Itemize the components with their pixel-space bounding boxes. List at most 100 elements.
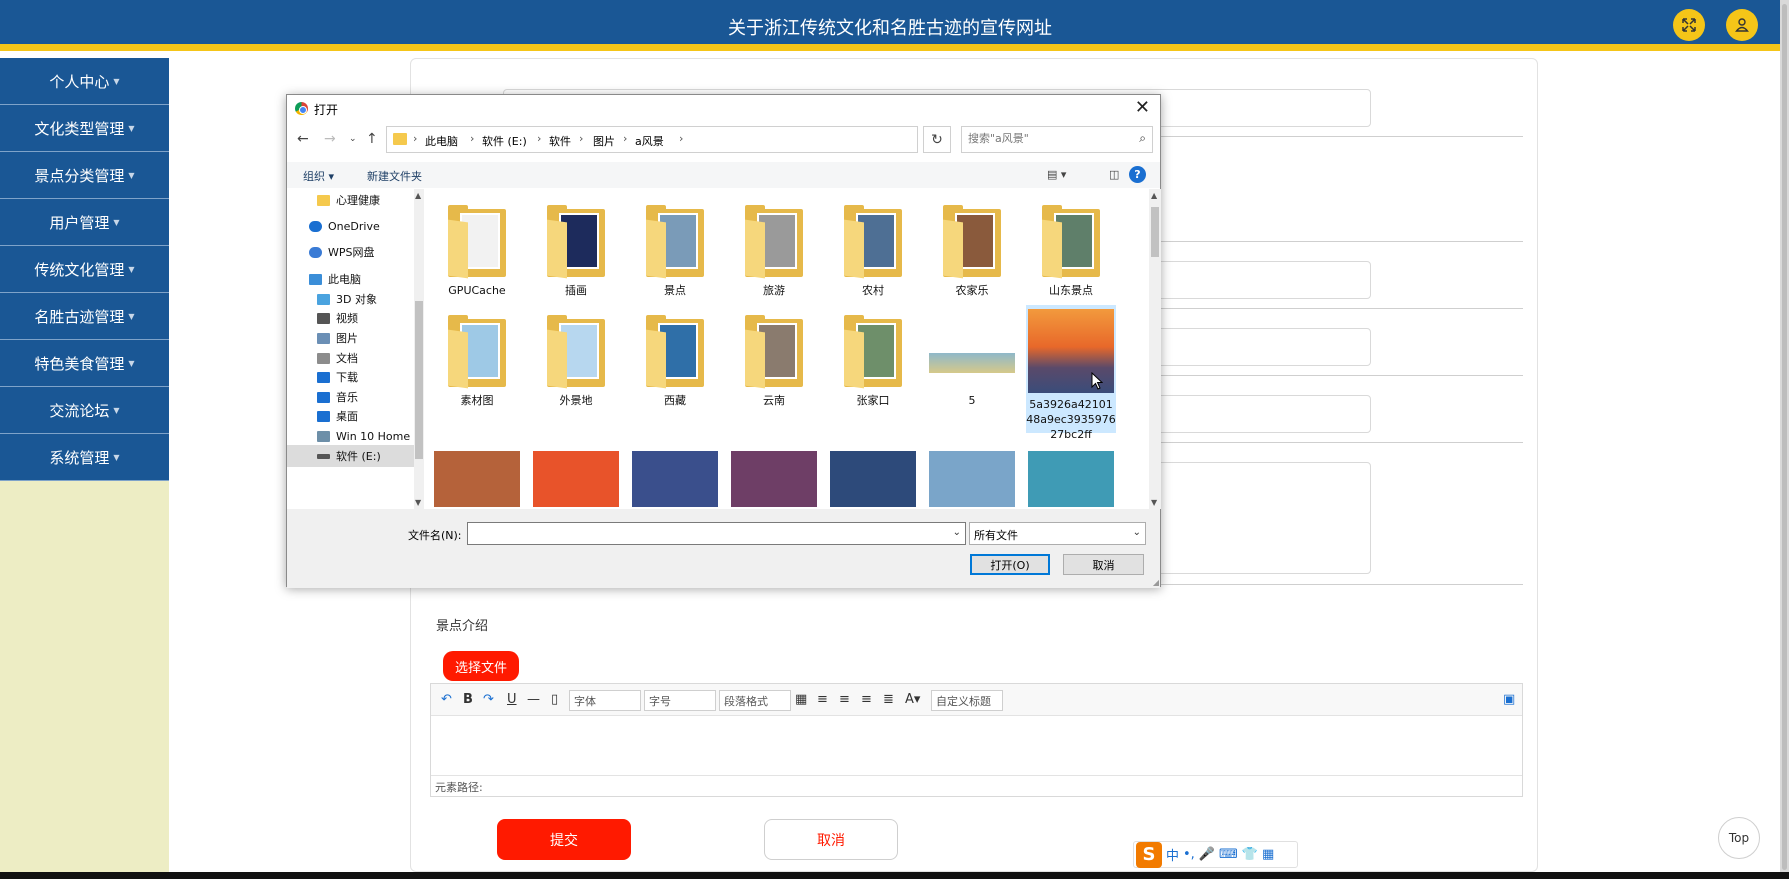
form-input[interactable] xyxy=(1150,261,1371,299)
filename-input[interactable]: ⌄ xyxy=(467,522,966,545)
file-item[interactable] xyxy=(1026,451,1116,507)
nav-item-wps[interactable]: WPS网盘 xyxy=(287,241,414,263)
new-folder-button[interactable]: 新建文件夹 xyxy=(367,168,422,184)
nav-item-this-pc[interactable]: 此电脑 xyxy=(287,268,414,290)
paragraph-select[interactable]: 段落格式 xyxy=(719,690,791,711)
form-input[interactable] xyxy=(1150,395,1371,433)
nav-item-videos[interactable]: 视频 xyxy=(287,307,414,329)
table-icon[interactable]: ▦ xyxy=(795,692,807,708)
justify-icon[interactable]: ≣ xyxy=(883,692,894,708)
user-button[interactable] xyxy=(1726,9,1758,41)
address-bar[interactable]: › 此电脑 › 软件 (E:) › 软件 › 图片 › a风景 › ⌄ xyxy=(386,126,1003,153)
sidebar-item-spot-category[interactable]: 景点分类管理 ▼ xyxy=(0,152,169,199)
custom-title-select[interactable]: 自定义标题 xyxy=(931,690,1003,711)
file-item[interactable] xyxy=(630,451,720,507)
nav-item-drive-e[interactable]: 软件 (E:) xyxy=(287,445,414,467)
breadcrumb-item[interactable]: 图片 xyxy=(593,133,615,149)
breadcrumb-item[interactable]: a风景 xyxy=(635,133,664,149)
form-textarea[interactable] xyxy=(1150,462,1371,574)
sidebar-item-traditional-culture[interactable]: 传统文化管理 ▼ xyxy=(0,246,169,293)
file-item[interactable] xyxy=(729,451,819,507)
folder-item[interactable]: 农家乐 xyxy=(927,203,1017,298)
undo-icon[interactable]: ↶ xyxy=(441,692,452,708)
nav-item-downloads[interactable]: 下载 xyxy=(287,366,414,388)
fullscreen-editor-icon[interactable]: ▣ xyxy=(1503,692,1515,708)
breadcrumb-item[interactable]: 此电脑 xyxy=(425,133,458,149)
page-scrollbar[interactable] xyxy=(1780,0,1789,879)
preview-pane-icon[interactable]: ◫ xyxy=(1109,168,1119,181)
nav-item-mental-health[interactable]: 心理健康 xyxy=(287,189,414,211)
folder-item[interactable]: 插画 xyxy=(531,203,621,298)
nav-item-onedrive[interactable]: OneDrive xyxy=(287,215,414,237)
search-input[interactable] xyxy=(968,132,1118,145)
folder-item[interactable]: 外景地 xyxy=(531,313,621,408)
view-options-icon[interactable]: ▤ ▾ xyxy=(1047,168,1066,181)
font-color-icon[interactable]: A▾ xyxy=(905,692,920,708)
ime-toolbar[interactable]: S 中 •, 🎤 ⌨ 👕 ▦ xyxy=(1133,841,1298,868)
align-left-icon[interactable]: ≡ xyxy=(817,692,828,708)
dialog-titlebar[interactable]: 打开 ✕ xyxy=(287,95,1160,121)
folder-item[interactable]: 西藏 xyxy=(630,313,720,408)
nav-item-desktop[interactable]: 桌面 xyxy=(287,405,414,427)
folder-item[interactable]: 张家口 xyxy=(828,313,918,408)
sidebar-item-users[interactable]: 用户管理 ▼ xyxy=(0,199,169,246)
folder-item[interactable]: GPUCache xyxy=(432,203,522,298)
folder-item[interactable]: 旅游 xyxy=(729,203,819,298)
back-to-top-button[interactable]: Top xyxy=(1718,817,1760,859)
close-icon[interactable]: ✕ xyxy=(1135,97,1150,118)
sidebar-item-personal[interactable]: 个人中心 ▼ xyxy=(0,58,169,105)
sidebar-item-scenic-spots[interactable]: 名胜古迹管理 ▼ xyxy=(0,293,169,340)
folder-item[interactable]: 云南 xyxy=(729,313,819,408)
file-item[interactable] xyxy=(432,451,522,507)
horizontal-rule-icon[interactable]: — xyxy=(527,692,540,708)
search-box[interactable]: ⌕ xyxy=(961,126,1153,153)
nav-item-pictures[interactable]: 图片 xyxy=(287,327,414,349)
cancel-button[interactable]: 取消 xyxy=(764,819,898,860)
sidebar-item-forum[interactable]: 交流论坛 ▼ xyxy=(0,387,169,434)
size-select[interactable]: 字号 xyxy=(644,690,716,711)
nav-pane-scrollbar[interactable]: ▲ ▼ xyxy=(414,189,424,509)
folder-item[interactable]: 农村 xyxy=(828,203,918,298)
breadcrumb-item[interactable]: 软件 (E:) xyxy=(482,133,527,149)
ime-language[interactable]: 中 xyxy=(1166,845,1179,864)
align-center-icon[interactable]: ≡ xyxy=(861,692,872,708)
recent-dropdown-icon[interactable]: ⌄ xyxy=(349,134,357,144)
skin-icon[interactable]: 👕 xyxy=(1242,847,1258,862)
back-arrow-icon[interactable]: ← xyxy=(297,131,309,147)
filetype-select[interactable]: 所有文件 ⌄ xyxy=(969,522,1146,545)
redo-icon[interactable]: ↷ xyxy=(483,692,494,708)
breadcrumb-item[interactable]: 软件 xyxy=(549,133,571,149)
help-icon[interactable]: ? xyxy=(1129,166,1146,183)
dialog-cancel-button[interactable]: 取消 xyxy=(1063,554,1144,575)
submit-button[interactable]: 提交 xyxy=(497,819,631,860)
file-item[interactable] xyxy=(927,451,1017,507)
underline-icon[interactable]: U xyxy=(507,692,517,708)
keyboard-icon[interactable]: ⌨ xyxy=(1219,847,1238,862)
open-button[interactable]: 打开(O) xyxy=(970,554,1050,575)
resize-grip-icon[interactable]: ◢ xyxy=(1153,578,1159,587)
file-item[interactable] xyxy=(828,451,918,507)
folder-item[interactable]: 景点 xyxy=(630,203,720,298)
align-right-icon[interactable]: ≡ xyxy=(839,692,850,708)
organize-button[interactable]: 组织 ▾ xyxy=(303,168,334,184)
folder-item[interactable]: 山东景点 xyxy=(1026,203,1116,298)
fullscreen-button[interactable] xyxy=(1673,9,1705,41)
refresh-button[interactable]: ↻ xyxy=(923,126,951,153)
file-item[interactable] xyxy=(531,451,621,507)
file-list-scrollbar[interactable]: ▲ ▼ xyxy=(1149,189,1161,509)
bold-icon[interactable]: B xyxy=(463,692,473,708)
choose-file-button[interactable]: 选择文件 xyxy=(443,651,519,681)
sidebar-item-culture-type[interactable]: 文化类型管理 ▼ xyxy=(0,105,169,152)
rich-text-editor[interactable]: ↶ B ↷ U — ▯ 字体 字号 段落格式 ▦ ≡ ≡ ≡ ≣ A▾ 自定义标… xyxy=(430,683,1523,797)
forward-arrow-icon[interactable]: → xyxy=(324,131,336,147)
chevron-down-icon[interactable]: ⌄ xyxy=(953,527,961,538)
font-select[interactable]: 字体 xyxy=(569,690,641,711)
sidebar-item-system[interactable]: 系统管理 ▼ xyxy=(0,434,169,481)
microphone-icon[interactable]: 🎤 xyxy=(1199,847,1215,862)
sidebar-item-food[interactable]: 特色美食管理 ▼ xyxy=(0,340,169,387)
page-icon[interactable]: ▯ xyxy=(551,692,558,708)
nav-item-win10[interactable]: Win 10 Home xyxy=(287,425,414,447)
toolbox-icon[interactable]: ▦ xyxy=(1262,847,1274,862)
file-item-selected[interactable]: 5a3926a4210148a9ec393597627bc2ff xyxy=(1026,305,1116,441)
punctuation-icon[interactable]: •, xyxy=(1183,847,1195,862)
